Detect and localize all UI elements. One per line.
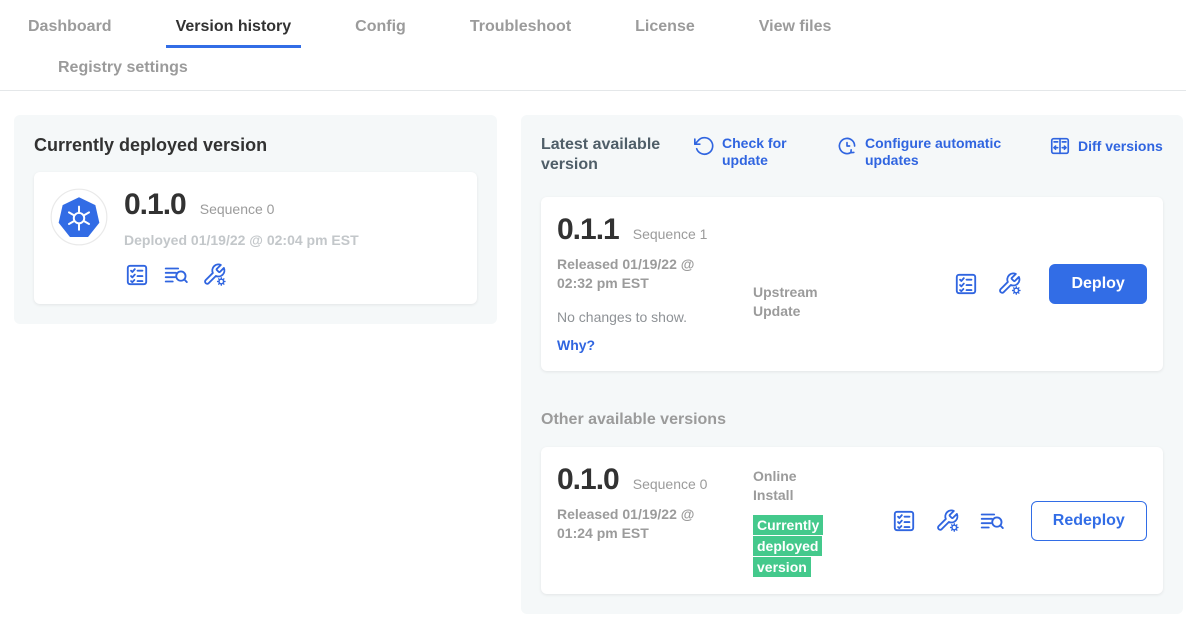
why-link[interactable]: Why? [557, 337, 595, 353]
currently-deployed-title: Currently deployed version [34, 135, 477, 156]
other-sequence-label: Sequence 0 [633, 476, 709, 493]
top-navigation: Dashboard Version history Config Trouble… [0, 0, 1186, 91]
other-version-number: 0.1.0 [557, 463, 619, 497]
rotate-ccw-icon [693, 135, 715, 157]
other-version-details: 0.1.0 Sequence 0 Released 01/19/22 @ 01:… [557, 463, 753, 543]
upstream-update-label: Upstream Update [753, 283, 843, 321]
kubernetes-logo-icon [50, 188, 108, 246]
latest-actions-cell: Deploy [865, 264, 1147, 304]
available-versions-panel: Latest available version Check for updat… [521, 115, 1183, 614]
preflight-checklist-icon[interactable] [124, 262, 150, 288]
deploy-button[interactable]: Deploy [1049, 264, 1146, 304]
latest-released-label: Released 01/19/22 @ 02:32 pm EST [557, 255, 727, 293]
latest-source-cell: Upstream Update [753, 283, 865, 321]
check-for-update-link[interactable]: Check for update [693, 135, 802, 169]
diff-versions-icon [1049, 135, 1071, 157]
deployed-version-number: 0.1.0 [124, 188, 186, 222]
tab-registry-settings[interactable]: Registry settings [48, 59, 198, 77]
online-install-label: Online Install [753, 467, 815, 505]
other-source-cell: Online Install Currently deployed versio… [753, 467, 865, 578]
other-version-card: 0.1.0 Sequence 0 Released 01/19/22 @ 01:… [541, 447, 1163, 594]
currently-deployed-badge-text: Currently deployed version [753, 515, 823, 577]
currently-deployed-panel: Currently deployed version [14, 115, 497, 324]
edit-config-wrench-icon[interactable] [997, 271, 1023, 297]
deploy-logs-icon[interactable] [163, 262, 189, 288]
version-row: 0.1.0 Sequence 0 [124, 188, 359, 222]
version-row: 0.1.1 Sequence 1 [557, 213, 753, 247]
check-for-update-label: Check for update [722, 135, 802, 169]
tab-troubleshoot[interactable]: Troubleshoot [460, 18, 581, 48]
diff-versions-link[interactable]: Diff versions [1049, 135, 1163, 157]
deployed-sequence-label: Sequence 0 [200, 201, 275, 217]
latest-available-title: Latest available version [541, 135, 693, 175]
tab-dashboard[interactable]: Dashboard [18, 18, 122, 48]
deployed-version-details: 0.1.0 Sequence 0 Deployed 01/19/22 @ 02:… [124, 188, 359, 288]
deployed-action-icons [124, 262, 359, 288]
other-available-versions-heading: Other available versions [541, 411, 1163, 429]
no-changes-label: No changes to show. [557, 309, 753, 325]
tab-view-files[interactable]: View files [749, 18, 842, 48]
version-row: 0.1.0 Sequence 0 [557, 463, 753, 497]
edit-config-wrench-icon[interactable] [202, 262, 228, 288]
configure-automatic-updates-link[interactable]: Configure automatic updates [836, 135, 1015, 169]
deployed-version-card: 0.1.0 Sequence 0 Deployed 01/19/22 @ 02:… [34, 172, 477, 304]
edit-config-wrench-icon[interactable] [935, 508, 961, 534]
available-versions-header: Latest available version Check for updat… [541, 135, 1163, 175]
latest-version-card: 0.1.1 Sequence 1 Released 01/19/22 @ 02:… [541, 197, 1163, 371]
tab-config[interactable]: Config [345, 18, 416, 48]
currently-deployed-badge: Currently deployed version [753, 515, 837, 578]
latest-version-details: 0.1.1 Sequence 1 Released 01/19/22 @ 02:… [557, 213, 753, 355]
nav-row-1: Dashboard Version history Config Trouble… [18, 18, 1186, 48]
diff-versions-label: Diff versions [1078, 138, 1163, 155]
deploy-logs-icon[interactable] [979, 508, 1005, 534]
preflight-checklist-icon[interactable] [953, 271, 979, 297]
header-actions: Check for update Configure automatic upd… [693, 135, 1163, 169]
latest-sequence-label: Sequence 1 [633, 226, 709, 243]
main-content: Currently deployed version [0, 91, 1186, 614]
other-actions-cell: Redeploy [865, 501, 1147, 541]
other-released-label: Released 01/19/22 @ 01:24 pm EST [557, 505, 727, 543]
preflight-checklist-icon[interactable] [891, 508, 917, 534]
deployed-date-label: Deployed 01/19/22 @ 02:04 pm EST [124, 232, 359, 248]
auto-update-clock-icon [836, 135, 858, 157]
tab-license[interactable]: License [625, 18, 705, 48]
latest-version-number: 0.1.1 [557, 213, 619, 247]
tab-version-history[interactable]: Version history [166, 18, 302, 48]
configure-automatic-updates-label: Configure automatic updates [865, 135, 1015, 169]
nav-row-2: Registry settings [18, 48, 1186, 90]
redeploy-button[interactable]: Redeploy [1031, 501, 1147, 541]
